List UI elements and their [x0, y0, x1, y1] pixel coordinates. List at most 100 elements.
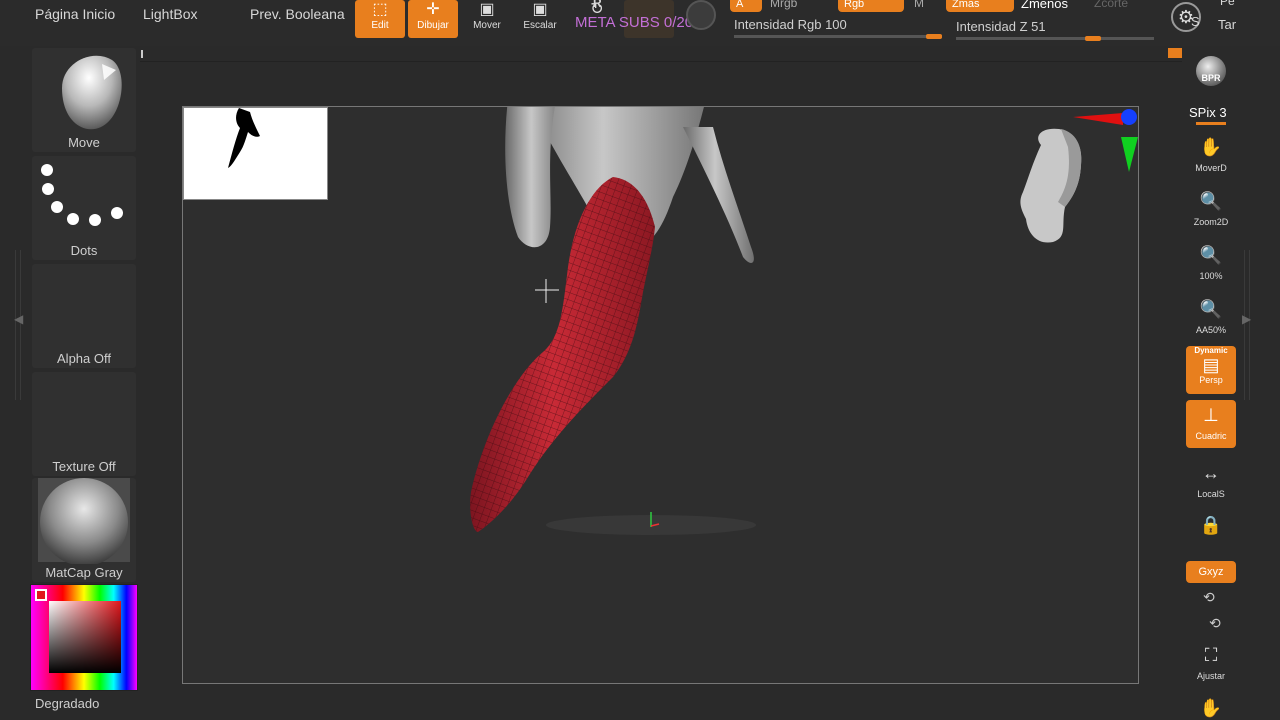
- rotate-letter: R: [593, 0, 602, 10]
- gxyz-label: Gxyz: [1198, 566, 1224, 578]
- texture-tile[interactable]: Texture Off: [32, 372, 136, 476]
- rgb-intensity-handle[interactable]: [926, 34, 942, 39]
- ruler-tick: [141, 50, 143, 58]
- far-right-bottom-label: Tar: [1218, 17, 1237, 32]
- zcut-toggle[interactable]: Zcorte: [1094, 0, 1128, 10]
- lock-button[interactable]: 🔒: [1186, 510, 1236, 550]
- edit-button[interactable]: ⬚ Edit: [355, 0, 405, 38]
- lightbox-button[interactable]: LightBox: [143, 6, 197, 22]
- gizmo-x-axis: [1073, 113, 1123, 125]
- move-2d-button[interactable]: ✋ MoverD: [1186, 132, 1236, 180]
- gradient-label[interactable]: Degradado: [35, 696, 99, 711]
- perspective-button[interactable]: Dynamic ▤ Persp: [1186, 346, 1236, 394]
- local-symmetry-icon: ↔: [1202, 463, 1220, 483]
- z-intensity-slider[interactable]: [956, 37, 1154, 40]
- scale-mode-label: Escalar: [523, 20, 557, 31]
- zoom-2d-label: Zoom2D: [1193, 217, 1229, 227]
- navigation-head-icon: [1020, 128, 1082, 243]
- move-icon: ▣: [479, 1, 495, 18]
- alpha-tile[interactable]: Alpha Off: [32, 264, 136, 368]
- model-silhouette: [228, 108, 260, 168]
- hand-3d-icon: ✋: [1199, 698, 1223, 718]
- navigation-thumbnail[interactable]: [183, 107, 328, 200]
- perspective-label: Persp: [1199, 375, 1223, 385]
- live-boolean-button[interactable]: Prev. Booleana: [250, 6, 345, 22]
- a-toggle[interactable]: A: [730, 0, 762, 12]
- local-symmetry-label: LocalS: [1197, 489, 1225, 499]
- aahalf-label: AA50%: [1195, 325, 1227, 335]
- zoom-2d-button[interactable]: 🔍 Zoom2D: [1186, 186, 1236, 234]
- frame-icon: ⛶: [1204, 645, 1218, 665]
- z-intensity-handle[interactable]: [1085, 36, 1101, 41]
- texture-label: Texture Off: [52, 459, 116, 474]
- alpha-label: Alpha Off: [57, 351, 111, 366]
- frame-button[interactable]: ⛶ Ajustar: [1186, 640, 1236, 688]
- m-toggle[interactable]: M: [914, 0, 924, 10]
- top-toolbar: Página Inicio LightBox Prev. Booleana ⬚ …: [0, 0, 1280, 46]
- move-brush-icon: [62, 55, 122, 130]
- rgb-toggle[interactable]: Rgb: [838, 0, 904, 12]
- bpr-button[interactable]: BPR: [1186, 52, 1236, 98]
- scale-mode-button[interactable]: ▣ Escalar: [515, 0, 565, 38]
- move-mode-button[interactable]: ▣ Mover: [462, 0, 512, 38]
- actual-size-icon: 🔍: [1199, 245, 1223, 265]
- zoom-icon: 🔍: [1199, 191, 1223, 211]
- aahalf-button[interactable]: 🔍 AA50%: [1186, 294, 1236, 342]
- spix-slider[interactable]: [1196, 122, 1226, 125]
- main-color-swatch[interactable]: [35, 589, 47, 601]
- perspective-grid-icon: ▤: [1202, 355, 1220, 375]
- lock-icon: 🔒: [1199, 515, 1223, 535]
- bpr-label: BPR: [1201, 73, 1221, 83]
- draw-button[interactable]: ✛ Dibujar: [408, 0, 458, 38]
- s-label: S: [1191, 14, 1200, 29]
- gizmo-y-axis: [1121, 137, 1138, 172]
- move-3d-button[interactable]: ✋: [1186, 696, 1236, 720]
- aahalf-icon: 🔍: [1199, 299, 1223, 319]
- frame-label: Ajustar: [1196, 671, 1225, 681]
- top-ruler: [140, 48, 1182, 62]
- stroke-tile[interactable]: Dots: [32, 156, 136, 260]
- stroke-label: Dots: [70, 243, 98, 258]
- local-symmetry-button[interactable]: ↔ LocalS: [1186, 458, 1236, 506]
- floor-grid-label: Cuadric: [1195, 431, 1227, 441]
- draw-label: Dibujar: [417, 20, 449, 31]
- rotate-y-icon[interactable]: ⟲: [1203, 589, 1215, 606]
- gxyz-button[interactable]: Gxyz: [1186, 561, 1236, 583]
- move-mode-label: Mover: [473, 20, 501, 31]
- gizmo-z-axis: [1121, 109, 1137, 125]
- brush-label: Move: [68, 135, 100, 150]
- home-page-button[interactable]: Página Inicio: [35, 6, 115, 22]
- hand-icon: ✋: [1199, 137, 1223, 157]
- floor-grid-button[interactable]: ⊥ Cuadric: [1186, 400, 1236, 448]
- far-right-top-label: Pe: [1220, 0, 1235, 8]
- color-saturation-area[interactable]: [49, 601, 121, 673]
- rotate-z-icon[interactable]: ⟲: [1209, 615, 1221, 632]
- actual-size-label: 100%: [1199, 271, 1223, 281]
- color-picker[interactable]: [30, 584, 138, 691]
- scale-icon: ▣: [532, 1, 548, 18]
- edit-icon: ⬚: [372, 1, 388, 18]
- move-2d-label: MoverD: [1195, 163, 1227, 173]
- draw-icon: ✛: [426, 1, 440, 18]
- rgb-intensity-label: Intensidad Rgb 100: [734, 17, 847, 32]
- right-collapse-arrow-icon[interactable]: ▶: [1242, 312, 1251, 326]
- meta-subs-indicator: META SUBS 0/20: [575, 14, 694, 31]
- material-label: MatCap Gray: [45, 565, 123, 580]
- matcap-sphere-icon: [38, 478, 130, 564]
- left-collapse-arrow-icon[interactable]: ◀: [14, 312, 23, 326]
- zsub-toggle[interactable]: Zmenos: [1021, 0, 1068, 11]
- edit-label: Edit: [371, 20, 389, 31]
- spix-label[interactable]: SPix 3: [1189, 105, 1227, 120]
- material-tile[interactable]: MatCap Gray: [32, 478, 136, 582]
- mrgb-toggle[interactable]: Mrgb: [770, 0, 797, 10]
- crosshair-cursor: [535, 279, 559, 303]
- actual-size-button[interactable]: 🔍 100%: [1186, 240, 1236, 288]
- ruler-marker[interactable]: [1168, 48, 1182, 58]
- zadd-toggle[interactable]: Zmas: [946, 0, 1014, 12]
- floor-grid-icon: ⊥: [1203, 405, 1219, 425]
- rgb-intensity-slider[interactable]: [734, 35, 942, 38]
- dots-stroke-icon: [41, 164, 123, 226]
- z-intensity-label: Intensidad Z 51: [956, 19, 1046, 34]
- brush-tile[interactable]: Move: [32, 48, 136, 152]
- circle-mode-icon[interactable]: [686, 0, 716, 30]
